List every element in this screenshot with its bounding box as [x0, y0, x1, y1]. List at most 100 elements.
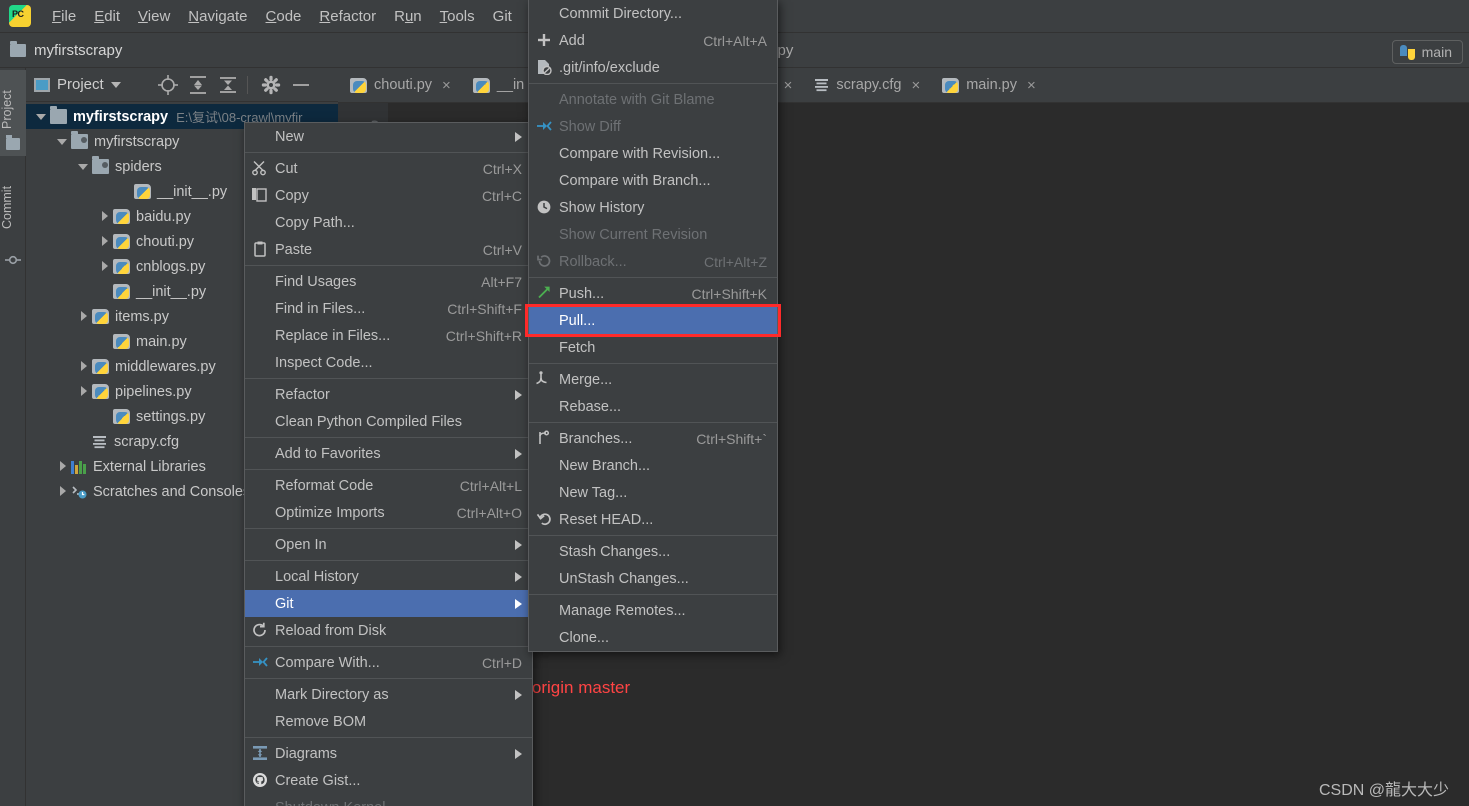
chevron-down-icon[interactable] [57, 136, 68, 147]
menu-item-clean-python-compiled-files[interactable]: Clean Python Compiled Files [245, 408, 532, 435]
menu-item-find-in-files[interactable]: Find in Files... Ctrl+Shift+F [245, 295, 532, 322]
file-context-menu[interactable]: New Cut Ctrl+X Copy Ctrl+C Copy Path... Paste C… [244, 122, 533, 806]
editor-tab-in[interactable]: __in [461, 68, 534, 102]
folder-icon[interactable] [6, 135, 20, 150]
menu-item-open-in[interactable]: Open In [245, 531, 532, 558]
menu-item-label: Show Current Revision [559, 226, 708, 243]
git-menu-item-commit-directory[interactable]: Commit Directory... [529, 0, 777, 27]
editor-tab-bar: chouti.py×__incnblogs.py×settings.py×scr… [338, 68, 1469, 103]
menu-item-label: Compare With... [275, 654, 380, 671]
git-submenu[interactable]: Commit Directory... Add Ctrl+Alt+A .git/inf… [528, 0, 778, 652]
chevron-right-icon[interactable] [99, 211, 110, 222]
menu-item-git[interactable]: Git [245, 590, 532, 617]
menu-navigate[interactable]: Navigate [179, 4, 256, 29]
git-menu-item-add[interactable]: Add Ctrl+Alt+A [529, 27, 777, 54]
project-view-selector[interactable]: Project [34, 76, 121, 93]
menu-item-find-usages[interactable]: Find Usages Alt+F7 [245, 268, 532, 295]
commit-icon[interactable] [5, 252, 21, 268]
git-menu-item-rebase[interactable]: Rebase... [529, 393, 777, 420]
chevron-right-icon[interactable] [57, 486, 68, 497]
tree-item-label: baidu.py [136, 208, 191, 225]
menu-code[interactable]: Code [257, 4, 311, 29]
menu-edit[interactable]: Edit [85, 4, 129, 29]
git-menu-item-new-branch[interactable]: New Branch... [529, 452, 777, 479]
chevron-down-icon[interactable] [78, 161, 89, 172]
menu-item-remove-bom[interactable]: Remove BOM [245, 708, 532, 735]
menu-item-copy-path[interactable]: Copy Path... [245, 209, 532, 236]
chevron-right-icon[interactable] [57, 461, 68, 472]
chevron-right-icon[interactable] [78, 386, 89, 397]
editor-tab-scrapy-cfg[interactable]: scrapy.cfg × [802, 68, 930, 102]
git-menu-item-clone[interactable]: Clone... [529, 624, 777, 651]
close-icon[interactable]: × [442, 77, 451, 94]
git-menu-item-show-history[interactable]: Show History [529, 194, 777, 221]
menu-item-paste[interactable]: Paste Ctrl+V [245, 236, 532, 263]
menu-git[interactable]: Git [484, 4, 521, 29]
menu-icon-placeholder [251, 327, 273, 345]
python-file-icon [472, 77, 490, 93]
menu-item-replace-in-files[interactable]: Replace in Files... Ctrl+Shift+R [245, 322, 532, 349]
menu-item-create-gist[interactable]: Create Gist... [245, 767, 532, 794]
editor-tab-chouti-py[interactable]: chouti.py × [338, 68, 461, 102]
close-icon[interactable]: × [1027, 77, 1036, 94]
expand-all-icon[interactable] [185, 72, 211, 98]
git-menu-item-git-info-exclude[interactable]: .git/info/exclude [529, 54, 777, 81]
diff-icon [535, 118, 557, 136]
git-menu-item-push[interactable]: Push... Ctrl+Shift+K [529, 280, 777, 307]
run-configuration-selector[interactable]: main [1391, 40, 1463, 64]
breadcrumb-project-name[interactable]: myfirstscrapy [34, 42, 122, 59]
menu-separator [245, 560, 532, 561]
menu-run[interactable]: Run [385, 4, 431, 29]
git-menu-item-branches[interactable]: Branches... Ctrl+Shift+` [529, 425, 777, 452]
tool-tab-commit[interactable]: Commit [0, 164, 26, 256]
menu-item-compare-with[interactable]: Compare With... Ctrl+D [245, 649, 532, 676]
locate-icon[interactable] [155, 72, 181, 98]
git-menu-item-new-tag[interactable]: New Tag... [529, 479, 777, 506]
git-menu-item-show-current-revision: Show Current Revision [529, 221, 777, 248]
menu-item-refactor[interactable]: Refactor [245, 381, 532, 408]
menu-icon-placeholder [535, 226, 557, 244]
git-menu-item-pull[interactable]: Pull... [529, 307, 777, 334]
menu-item-add-to-favorites[interactable]: Add to Favorites [245, 440, 532, 467]
gear-icon[interactable] [258, 72, 284, 98]
menu-item-reload-from-disk[interactable]: Reload from Disk [245, 617, 532, 644]
menu-tools[interactable]: Tools [431, 4, 484, 29]
git-menu-item-merge[interactable]: Merge... [529, 366, 777, 393]
git-menu-item-fetch[interactable]: Fetch [529, 334, 777, 361]
git-menu-item-unstash-changes[interactable]: UnStash Changes... [529, 565, 777, 592]
close-icon[interactable]: × [911, 77, 920, 94]
cfg-file-icon [92, 435, 107, 449]
menu-item-optimize-imports[interactable]: Optimize Imports Ctrl+Alt+O [245, 499, 532, 526]
menu-item-reformat-code[interactable]: Reformat Code Ctrl+Alt+L [245, 472, 532, 499]
menu-file[interactable]: File [43, 4, 85, 29]
chevron-right-icon[interactable] [99, 236, 110, 247]
git-menu-item-reset-head[interactable]: Reset HEAD... [529, 506, 777, 533]
menu-item-label: Create Gist... [275, 772, 361, 789]
git-menu-item-manage-remotes[interactable]: Manage Remotes... [529, 597, 777, 624]
close-icon[interactable]: × [784, 77, 793, 94]
chevron-down-icon[interactable] [36, 111, 47, 122]
menu-item-local-history[interactable]: Local History [245, 563, 532, 590]
menu-item-new[interactable]: New [245, 123, 532, 150]
menu-view[interactable]: View [129, 4, 179, 29]
git-menu-item-compare-with-branch[interactable]: Compare with Branch... [529, 167, 777, 194]
menu-item-diagrams[interactable]: Diagrams [245, 740, 532, 767]
menu-item-mark-directory-as[interactable]: Mark Directory as [245, 681, 532, 708]
minimize-icon[interactable] [288, 72, 314, 98]
editor-tab-main-py[interactable]: main.py × [930, 68, 1046, 102]
git-menu-item-stash-changes[interactable]: Stash Changes... [529, 538, 777, 565]
chevron-right-icon[interactable] [99, 261, 110, 272]
menu-item-label: Reset HEAD... [559, 511, 654, 528]
menu-item-copy[interactable]: Copy Ctrl+C [245, 182, 532, 209]
chevron-right-icon[interactable] [78, 311, 89, 322]
menu-item-label: New Branch... [559, 457, 651, 474]
plus-icon [535, 32, 557, 50]
git-menu-item-compare-with-revision[interactable]: Compare with Revision... [529, 140, 777, 167]
menu-refactor[interactable]: Refactor [310, 4, 385, 29]
menu-item-cut[interactable]: Cut Ctrl+X [245, 155, 532, 182]
chevron-right-icon[interactable] [78, 361, 89, 372]
collapse-all-icon[interactable] [215, 72, 241, 98]
menu-item-inspect-code[interactable]: Inspect Code... [245, 349, 532, 376]
scratch-icon [71, 484, 87, 499]
